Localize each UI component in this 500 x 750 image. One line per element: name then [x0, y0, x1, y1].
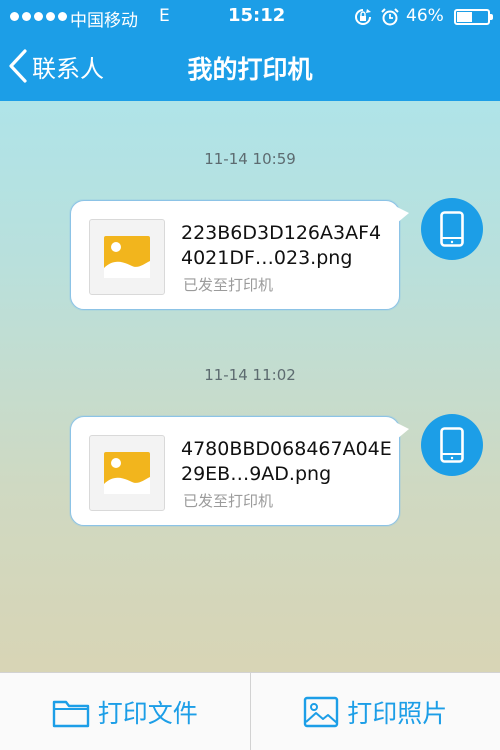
photo-icon — [304, 696, 339, 727]
battery-icon — [454, 9, 493, 25]
rotation-lock-icon — [355, 9, 371, 25]
file-message-bubble[interactable]: 4780BBD068467A04E29EB…9AD.png 已发至打印机 — [70, 416, 409, 526]
picture-icon — [104, 452, 150, 494]
file-name: 4780BBD068467A04E29EB…9AD.png — [181, 438, 392, 485]
status-bar: 中国移动 E 15:12 46% — [0, 0, 500, 34]
delivery-status: 已发至打印机 — [183, 276, 274, 294]
bottom-toolbar: 打印文件 打印照片 — [0, 672, 500, 750]
image-file-icon — [89, 435, 165, 511]
device-avatar[interactable] — [421, 198, 483, 260]
phone-icon — [440, 211, 464, 247]
file-name: 223B6D3D126A3AF44021DF…023.png — [181, 222, 382, 269]
bubble-tail — [397, 207, 409, 223]
print-file-label: 打印文件 — [97, 698, 198, 728]
print-photo-label: 打印照片 — [347, 698, 448, 728]
alarm-icon — [381, 8, 399, 26]
page-title: 我的打印机 — [187, 55, 313, 84]
file-message-bubble[interactable]: 223B6D3D126A3AF44021DF…023.png 已发至打印机 — [70, 200, 409, 310]
signal-strength-icon — [10, 12, 67, 21]
print-photo-button[interactable]: 打印照片 — [251, 673, 500, 750]
network-type: E — [159, 6, 170, 26]
phone-icon — [440, 427, 464, 463]
navigation-bar: 联系人 我的打印机 — [0, 34, 500, 101]
battery-percent: 46% — [406, 6, 444, 26]
picture-icon — [104, 236, 150, 278]
bubble-tail — [397, 423, 409, 439]
status-time: 15:12 — [228, 5, 286, 26]
message-timestamp: 11-14 11:02 — [204, 366, 296, 384]
battery-fill — [457, 12, 472, 22]
top-bar: 中国移动 E 15:12 46% 联系人 我的打印机 — [0, 0, 500, 101]
message-timestamp: 11-14 10:59 — [204, 150, 296, 168]
print-file-button[interactable]: 打印文件 — [0, 673, 250, 750]
carrier-name: 中国移动 — [70, 11, 138, 31]
folder-icon — [52, 700, 89, 727]
delivery-status: 已发至打印机 — [183, 492, 274, 510]
image-file-icon — [89, 219, 165, 295]
device-avatar[interactable] — [421, 414, 483, 476]
